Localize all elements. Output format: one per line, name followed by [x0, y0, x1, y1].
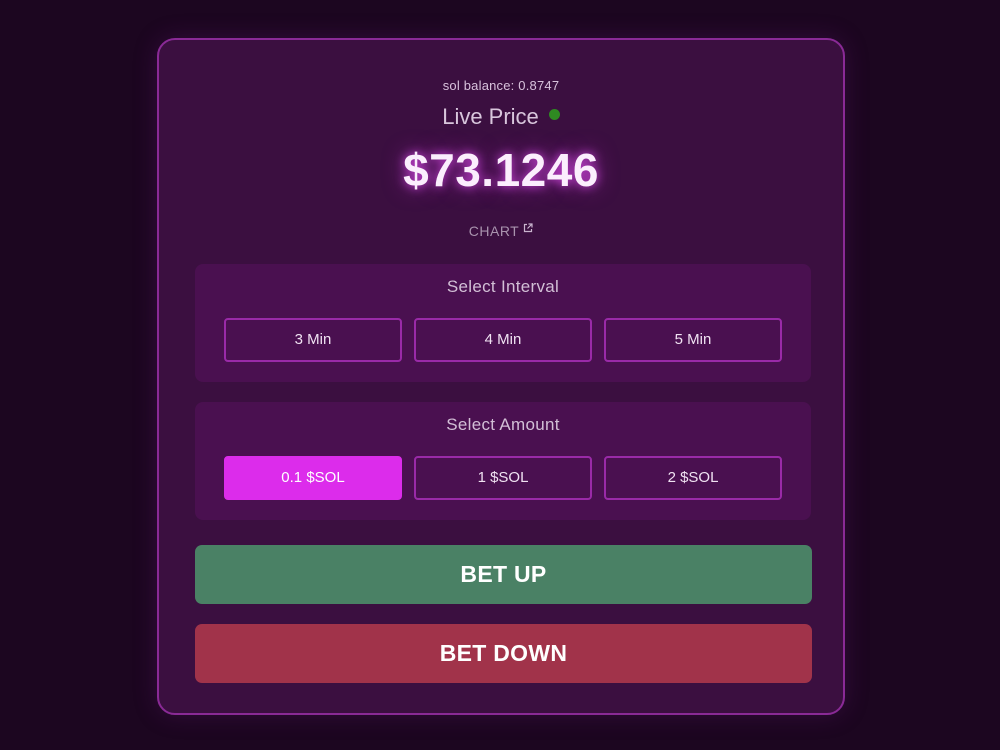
amount-option-1-sol[interactable]: 1 $SOL: [414, 456, 592, 500]
amount-option-2-sol[interactable]: 2 $SOL: [604, 456, 782, 500]
betting-card: sol balance: 0.8747 Live Price $73.1246 …: [157, 38, 845, 715]
bet-down-button[interactable]: BET DOWN: [195, 624, 812, 683]
live-price-label: Live Price: [442, 104, 539, 129]
interval-option-3-min[interactable]: 3 Min: [224, 318, 402, 362]
interval-title: Select Interval: [446, 277, 560, 296]
interval-option-4-min[interactable]: 4 Min: [414, 318, 592, 362]
live-price-header: Live Price: [159, 104, 843, 130]
sol-balance: sol balance: 0.8747: [442, 78, 560, 93]
interval-option-5-min[interactable]: 5 Min: [604, 318, 782, 362]
live-status-dot-icon: [548, 109, 560, 120]
external-link-icon: [523, 220, 533, 236]
chart-link-label: CHART: [468, 223, 520, 239]
amount-option-0-1-sol[interactable]: 0.1 $SOL: [224, 456, 402, 500]
amount-title: Select Amount: [446, 415, 560, 434]
current-price: $73.1246: [403, 144, 599, 196]
interval-section: Select Interval 3 Min 4 Min 5 Min: [195, 264, 811, 382]
bet-up-button[interactable]: BET UP: [195, 545, 812, 604]
chart-link[interactable]: CHART: [159, 220, 843, 239]
amount-section: Select Amount 0.1 $SOL 1 $SOL 2 $SOL: [195, 402, 811, 520]
